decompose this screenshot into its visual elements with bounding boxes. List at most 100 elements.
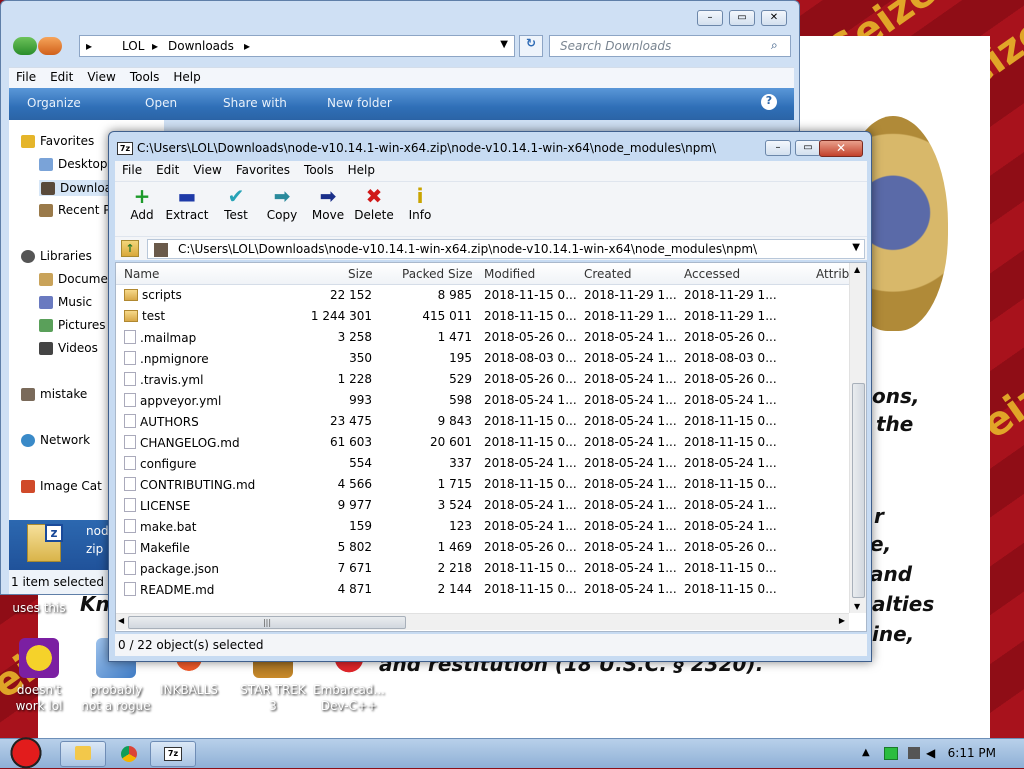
share-with-button[interactable]: Share with <box>223 96 287 110</box>
cell-size: 22 152 <box>330 288 372 302</box>
nav-image-catalog[interactable]: Image Cat <box>21 479 102 493</box>
menu-tools[interactable]: Tools <box>123 68 167 86</box>
add-button[interactable]: + Add <box>119 184 165 222</box>
column-packed-size[interactable]: Packed Size <box>402 267 473 281</box>
table-row[interactable]: .travis.yml 1 228 529 2018-05-26 0... 2018-0… <box>116 369 849 390</box>
chevron-down-icon[interactable]: ▼ <box>852 242 860 253</box>
breadcrumb-downloads[interactable]: Downloads <box>168 39 234 53</box>
cell-packed: 598 <box>449 393 472 407</box>
open-button[interactable]: Open <box>145 96 177 110</box>
taskbar: 7z ▲ ◀ 6:11 PM <box>0 733 1024 769</box>
taskbar-7zip-button[interactable]: 7z <box>150 741 196 767</box>
nav-mistake[interactable]: mistake <box>21 387 87 401</box>
cell-packed: 9 843 <box>437 414 472 428</box>
column-created[interactable]: Created <box>584 267 632 281</box>
horizontal-scrollbar[interactable]: ◀ ||| ▶ <box>116 613 849 630</box>
table-row[interactable]: configure 554 337 2018-05-24 1... 2018-05-24… <box>116 453 849 474</box>
menu-view[interactable]: View <box>186 161 228 179</box>
table-row[interactable]: CONTRIBUTING.md 4 566 1 715 2018-11-15 0...… <box>116 474 849 495</box>
menu-file[interactable]: File <box>115 161 149 179</box>
search-input[interactable]: Search Downloads <box>549 35 791 57</box>
nav-pictures[interactable]: Pictures <box>39 318 106 332</box>
table-row[interactable]: test 1 244 301 415 011 2018-11-15 0... 2018-… <box>116 306 849 327</box>
desktop-icon-label[interactable]: uses this <box>2 600 76 616</box>
close-button[interactable]: ✕ <box>819 140 863 157</box>
table-row[interactable]: .mailmap 3 258 1 471 2018-05-26 0... 2018-05… <box>116 327 849 348</box>
menu-edit[interactable]: Edit <box>149 161 186 179</box>
icon-label: INKBALLS <box>160 683 218 697</box>
cell-created: 2018-11-29 1... <box>584 288 677 302</box>
nav-libraries[interactable]: Libraries <box>21 249 92 263</box>
organize-button[interactable]: Organize <box>27 96 81 110</box>
column-accessed[interactable]: Accessed <box>684 267 740 281</box>
nav-network[interactable]: Network <box>21 433 90 447</box>
maximize-button[interactable]: ▭ <box>729 10 755 26</box>
column-size[interactable]: Size <box>348 267 373 281</box>
delete-button[interactable]: ✖ Delete <box>351 184 397 222</box>
table-row[interactable]: make.bat 159 123 2018-05-24 1... 2018-05-24 … <box>116 516 849 537</box>
breadcrumb-lol[interactable]: LOL <box>122 39 144 53</box>
cell-size: 1 244 301 <box>310 309 372 323</box>
battery-icon[interactable] <box>884 747 898 760</box>
menu-favorites[interactable]: Favorites <box>229 161 297 179</box>
network-icon[interactable] <box>908 747 920 759</box>
detail-type: zip <box>86 542 104 556</box>
menu-view[interactable]: View <box>80 68 122 86</box>
minimize-button[interactable]: – <box>697 10 723 26</box>
table-row[interactable]: package.json 7 671 2 218 2018-11-15 0... 201… <box>116 558 849 579</box>
volume-icon[interactable]: ◀ <box>926 746 935 760</box>
menu-edit[interactable]: Edit <box>43 68 80 86</box>
maximize-button[interactable]: ▭ <box>795 140 821 156</box>
help-icon[interactable]: ? <box>761 94 777 110</box>
minimize-button[interactable]: – <box>765 140 791 156</box>
menu-tools[interactable]: Tools <box>297 161 341 179</box>
up-folder-icon[interactable]: ↑ <box>121 240 139 257</box>
nav-recent-places[interactable]: Recent P <box>39 203 111 217</box>
nav-favorites[interactable]: Favorites <box>21 134 94 148</box>
show-hidden-icons[interactable]: ▲ <box>862 747 870 758</box>
close-button[interactable]: ✕ <box>761 10 787 26</box>
clock[interactable]: 6:11 PM <box>948 746 996 760</box>
desktop-icon-yahoo[interactable]: doesn't work lol <box>2 638 76 714</box>
nav-documents[interactable]: Docume <box>39 272 108 286</box>
info-button[interactable]: i Info <box>397 184 443 222</box>
new-folder-button[interactable]: New folder <box>327 96 392 110</box>
nav-desktop[interactable]: Desktop <box>39 157 108 171</box>
back-button[interactable] <box>13 37 37 55</box>
menu-file[interactable]: File <box>9 68 43 86</box>
taskbar-chrome-button[interactable] <box>106 741 152 767</box>
forward-button[interactable] <box>38 37 62 55</box>
extract-button[interactable]: ▬ Extract <box>161 184 213 222</box>
scroll-thumb[interactable]: ||| <box>128 616 406 629</box>
table-row[interactable]: Makefile 5 802 1 469 2018-05-26 0... 2018-05… <box>116 537 849 558</box>
taskbar-explorer-button[interactable] <box>60 741 106 767</box>
start-button[interactable] <box>4 733 48 769</box>
vertical-scrollbar[interactable]: ▲ ▼ <box>849 263 866 613</box>
table-row[interactable]: CHANGELOG.md 61 603 20 601 2018-11-15 0... 2… <box>116 432 849 453</box>
refresh-icon[interactable]: ↻ <box>519 35 543 57</box>
path-input[interactable]: C:\Users\LOL\Downloads\node-v10.14.1-win… <box>147 239 865 259</box>
table-row[interactable]: appveyor.yml 993 598 2018-05-24 1... 2018-05… <box>116 390 849 411</box>
nav-music[interactable]: Music <box>39 295 92 309</box>
copy-button[interactable]: ➡ Copy <box>259 184 305 222</box>
address-bar[interactable]: ▸ LOL ▸ Downloads ▸ ▼ <box>79 35 515 57</box>
column-modified[interactable]: Modified <box>484 267 535 281</box>
table-row[interactable]: LICENSE 9 977 3 524 2018-05-24 1... 2018-05-… <box>116 495 849 516</box>
menu-help[interactable]: Help <box>166 68 207 86</box>
file-name: package.json <box>140 562 220 576</box>
cell-size: 23 475 <box>330 414 372 428</box>
scroll-thumb[interactable] <box>852 383 865 598</box>
move-button[interactable]: ➡ Move <box>305 184 351 222</box>
table-row[interactable]: README.md 4 871 2 144 2018-11-15 0... 2018-0… <box>116 579 849 600</box>
menu-help[interactable]: Help <box>341 161 382 179</box>
nav-videos[interactable]: Videos <box>39 341 98 355</box>
column-attributes[interactable]: Attrib <box>816 267 849 281</box>
table-row[interactable]: AUTHORS 23 475 9 843 2018-11-15 0... 2018-05… <box>116 411 849 432</box>
table-row[interactable]: scripts 22 152 8 985 2018-11-15 0... 2018-11… <box>116 285 849 306</box>
table-row[interactable]: .npmignore 350 195 2018-08-03 0... 2018-05-2… <box>116 348 849 369</box>
chevron-down-icon[interactable]: ▼ <box>500 39 508 50</box>
cell-packed: 8 985 <box>437 288 472 302</box>
test-button[interactable]: ✔ Test <box>213 184 259 222</box>
file-icon <box>124 477 136 491</box>
column-name[interactable]: Name <box>124 267 159 281</box>
